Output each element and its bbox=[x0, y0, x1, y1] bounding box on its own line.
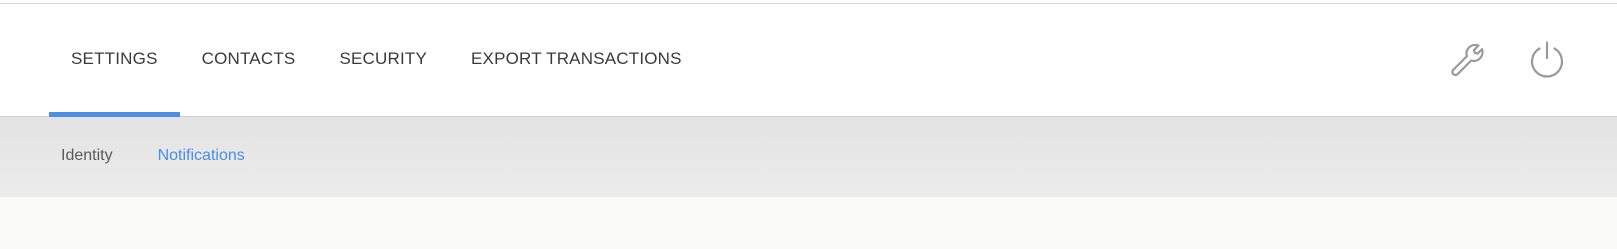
sub-tab-identity[interactable]: Identity bbox=[61, 147, 113, 165]
sub-tab-notifications[interactable]: Notifications bbox=[158, 147, 245, 165]
tab-security-label: SECURITY bbox=[339, 48, 428, 68]
tab-export-transactions[interactable]: EXPORT TRANSACTIONS bbox=[449, 4, 704, 117]
power-icon bbox=[1530, 40, 1564, 78]
wrench-button[interactable] bbox=[1447, 39, 1487, 79]
power-button[interactable] bbox=[1527, 39, 1567, 79]
tab-export-transactions-label: EXPORT TRANSACTIONS bbox=[471, 48, 682, 68]
main-header: SETTINGS CONTACTS SECURITY EXPORT TRANSA… bbox=[0, 4, 1617, 117]
sub-tabs: Identity Notifications bbox=[61, 117, 245, 197]
header-actions bbox=[1447, 4, 1567, 117]
tab-contacts-label: CONTACTS bbox=[201, 48, 296, 68]
app-page: SETTINGS CONTACTS SECURITY EXPORT TRANSA… bbox=[0, 0, 1617, 249]
content-area bbox=[0, 197, 1617, 249]
tab-settings-label: SETTINGS bbox=[71, 48, 158, 68]
tab-security[interactable]: SECURITY bbox=[317, 4, 449, 117]
wrench-icon bbox=[1451, 43, 1484, 76]
tab-settings[interactable]: SETTINGS bbox=[49, 4, 180, 117]
sub-header: Identity Notifications bbox=[0, 117, 1617, 197]
main-tabs: SETTINGS CONTACTS SECURITY EXPORT TRANSA… bbox=[49, 4, 704, 117]
tab-contacts[interactable]: CONTACTS bbox=[180, 4, 318, 117]
